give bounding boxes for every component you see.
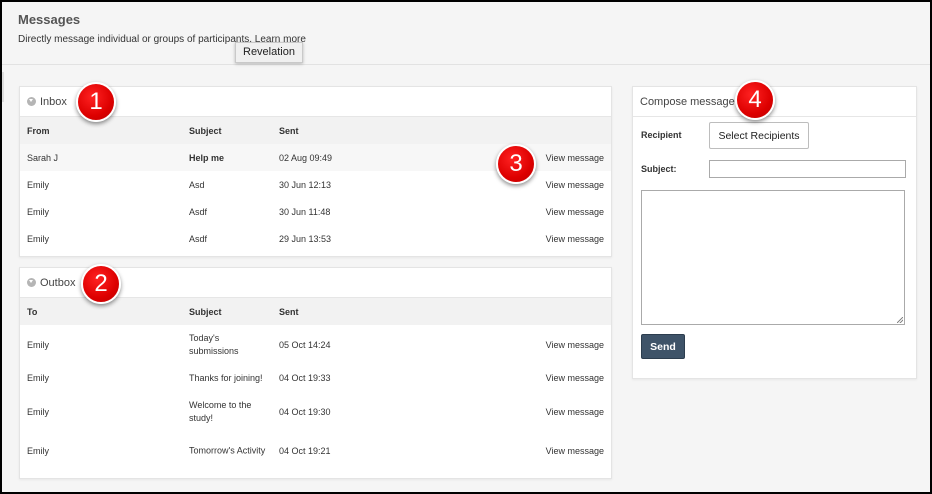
col-subject: Subject xyxy=(189,306,222,317)
inbox-title: Inbox xyxy=(40,95,67,108)
to-cell: Emily xyxy=(27,446,49,456)
select-recipients-button[interactable]: Select Recipients xyxy=(709,122,809,149)
col-from: From xyxy=(27,125,50,136)
to-cell: Emily xyxy=(27,339,49,350)
view-message-link[interactable]: View message xyxy=(546,234,604,244)
table-row: Emily Welcome to the study! 04 Oct 19:30… xyxy=(20,392,611,431)
outbox-title: Outbox xyxy=(40,276,76,289)
subject-cell: Tomorrow's Activity xyxy=(189,445,266,456)
view-message-link[interactable]: View message xyxy=(546,407,604,417)
annotation-badge-3: 3 xyxy=(496,144,536,184)
from-cell: Emily xyxy=(27,179,49,190)
left-edge-marker xyxy=(2,72,4,102)
view-message-link[interactable]: View message xyxy=(546,153,604,163)
from-cell: Emily xyxy=(27,233,49,244)
sent-cell: 30 Jun 12:13 xyxy=(279,179,332,190)
compose-title: Compose message xyxy=(640,95,735,108)
app-frame: Messages Directly message individual or … xyxy=(2,2,930,492)
subject-cell: Welcome to the study! xyxy=(189,399,252,423)
subject-cell: Asdf xyxy=(189,206,208,217)
annotation-badge-1: 1 xyxy=(76,82,116,122)
sent-cell: 04 Oct 19:30 xyxy=(279,406,331,417)
resize-grip-icon[interactable] xyxy=(897,317,903,323)
page-subtitle-text: Directly message individual or groups of… xyxy=(18,34,252,45)
to-cell: Emily xyxy=(27,406,49,417)
collapse-chevron-icon[interactable] xyxy=(27,278,36,287)
inbox-column-headers: From Subject Sent xyxy=(20,117,611,144)
sent-cell: 04 Oct 19:21 xyxy=(279,446,331,456)
table-row: Emily Tomorrow's Activity 04 Oct 19:21 V… xyxy=(20,431,611,471)
col-subject: Subject xyxy=(189,125,222,136)
sent-cell: 04 Oct 19:33 xyxy=(279,373,331,383)
view-message-link[interactable]: View message xyxy=(546,340,604,350)
subject-cell: Asdf xyxy=(189,233,208,244)
recipient-label: Recipient xyxy=(641,130,682,140)
subject-cell: Help me xyxy=(189,152,225,163)
sent-cell: 30 Jun 11:48 xyxy=(279,206,331,217)
view-message-link[interactable]: View message xyxy=(546,446,604,456)
table-row: Emily Asdf 30 Jun 11:48 View message xyxy=(20,198,611,225)
page-header: Messages Directly message individual or … xyxy=(2,2,930,65)
sent-cell: 05 Oct 14:24 xyxy=(279,339,331,350)
view-message-link[interactable]: View message xyxy=(546,207,604,217)
col-to: To xyxy=(27,306,38,317)
col-sent: Sent xyxy=(279,125,299,136)
subject-cell: Today's submissions xyxy=(189,332,239,356)
view-message-link[interactable]: View message xyxy=(546,373,604,383)
revelation-tooltip: Revelation xyxy=(235,42,303,63)
from-cell: Emily xyxy=(27,206,49,217)
subject-input[interactable] xyxy=(709,160,906,178)
sent-cell: 29 Jun 13:53 xyxy=(279,233,332,244)
send-button[interactable]: Send xyxy=(641,334,685,359)
subject-label: Subject: xyxy=(641,164,677,174)
annotation-badge-4: 4 xyxy=(735,80,775,120)
compose-form: Recipient Select Recipients Subject: Sen… xyxy=(633,117,916,377)
view-message-link[interactable]: View message xyxy=(546,180,604,190)
collapse-chevron-icon[interactable] xyxy=(27,97,36,106)
message-body-textarea[interactable] xyxy=(641,190,905,325)
table-row: Emily Asdf 29 Jun 13:53 View message xyxy=(20,225,611,252)
page-title: Messages xyxy=(18,12,81,27)
table-row: Emily Thanks for joining! 04 Oct 19:33 V… xyxy=(20,364,611,392)
subject-cell: Thanks for joining! xyxy=(189,373,263,383)
to-cell: Emily xyxy=(27,373,49,383)
compose-panel: Compose message Recipient Select Recipie… xyxy=(632,86,917,379)
table-row: Emily Today's submissions 05 Oct 14:24 V… xyxy=(20,325,611,364)
from-cell: Sarah J xyxy=(27,152,59,163)
sent-cell: 02 Aug 09:49 xyxy=(279,152,333,163)
annotation-badge-2: 2 xyxy=(81,264,121,304)
subject-cell: Asd xyxy=(189,179,205,190)
col-sent: Sent xyxy=(279,306,299,317)
